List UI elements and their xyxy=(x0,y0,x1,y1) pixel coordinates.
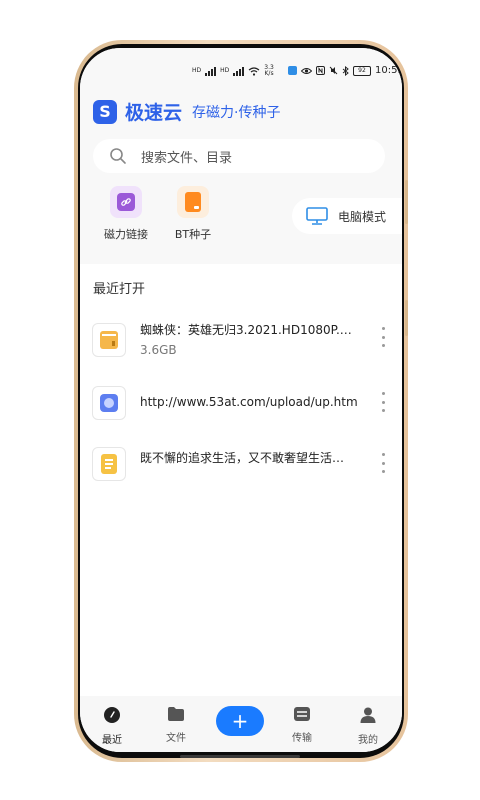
sim1-label: HD xyxy=(192,67,202,74)
pc-mode-label: 电脑模式 xyxy=(338,209,387,224)
nfc-icon xyxy=(316,66,325,75)
bluetooth-icon xyxy=(342,65,349,76)
link-file-icon xyxy=(92,386,126,420)
search-icon xyxy=(110,148,126,164)
signal-icon xyxy=(233,66,245,76)
tab-transfer[interactable]: 传输 xyxy=(282,706,322,744)
tab-recent-label: 最近 xyxy=(102,735,122,746)
status-left: HD HD 3.3 K/s xyxy=(192,65,274,77)
battery-icon: 92 xyxy=(353,65,371,76)
volume-button xyxy=(405,180,408,224)
app-name: 极速云 xyxy=(125,102,183,124)
list-item[interactable]: http://www.53at.com/upload/up.html xyxy=(92,384,392,424)
transfer-icon xyxy=(294,707,310,721)
user-icon xyxy=(360,707,376,723)
recent-section-title: 最近打开 xyxy=(93,282,146,297)
bt-torrent-button[interactable]: BT种子 xyxy=(157,186,229,242)
sim2-label: HD xyxy=(220,67,230,74)
clock-icon xyxy=(104,707,120,723)
bt-torrent-label: BT种子 xyxy=(174,228,212,241)
tab-recent[interactable]: 最近 xyxy=(92,706,132,746)
tab-profile-label: 我的 xyxy=(358,735,378,746)
eye-icon xyxy=(301,67,312,74)
file-size: 3.6GB xyxy=(140,343,177,357)
tab-transfer-label: 传输 xyxy=(292,733,312,744)
torrent-file-icon xyxy=(177,186,209,218)
magnet-link-label: 磁力链接 xyxy=(104,228,148,241)
search-bar[interactable]: 搜索文件、目录 xyxy=(93,139,385,173)
magnet-link-button[interactable]: 磁力链接 xyxy=(90,186,162,242)
list-item[interactable]: 既不懈的追求生活，又不敢奢望生活… xyxy=(92,445,392,485)
add-button[interactable]: + xyxy=(216,706,264,736)
search-input[interactable]: 搜索文件、目录 xyxy=(141,147,232,166)
app-brand: S 极速云 存磁力·传种子 xyxy=(93,98,280,125)
clock-time: 10:53 xyxy=(375,65,402,76)
app-slogan: 存磁力·传种子 xyxy=(192,104,281,121)
app-screen: HD HD 3.3 K/s 92 10:53 S 极速云 存磁力·传种子 搜索文 xyxy=(80,48,402,752)
status-right: 92 10:53 xyxy=(288,65,402,76)
pc-mode-button[interactable]: 电脑模式 xyxy=(292,198,402,234)
tab-profile[interactable]: 我的 xyxy=(348,706,388,746)
app-logo: S xyxy=(93,99,117,124)
tab-files-label: 文件 xyxy=(166,733,186,744)
archive-file-icon xyxy=(92,323,126,357)
home-indicator xyxy=(180,755,300,758)
power-button xyxy=(405,300,408,336)
network-speed: 3.3 K/s xyxy=(264,64,274,77)
link-icon xyxy=(110,186,142,218)
file-name: http://www.53at.com/upload/up.html xyxy=(140,395,358,409)
file-name: 既不懈的追求生活，又不敢奢望生活… xyxy=(140,451,345,465)
mute-icon xyxy=(329,66,338,75)
status-bar: HD HD 3.3 K/s 92 10:53 xyxy=(80,62,402,82)
more-icon[interactable] xyxy=(381,392,385,412)
list-item[interactable]: 蜘蛛侠：英雄无归3.2021.HD1080P.… 3.6GB xyxy=(92,321,392,361)
monitor-icon xyxy=(306,207,328,225)
signal-icon xyxy=(205,66,217,76)
document-icon xyxy=(92,447,126,481)
bottom-tab-bar: 最近 文件 + 传输 我的 xyxy=(80,696,402,752)
wifi-icon xyxy=(248,66,260,76)
more-icon[interactable] xyxy=(381,453,385,473)
more-icon[interactable] xyxy=(381,327,385,347)
tab-files[interactable]: 文件 xyxy=(156,706,196,744)
app-notification-icon xyxy=(288,66,297,75)
file-name: 蜘蛛侠：英雄无归3.2021.HD1080P.… xyxy=(140,323,352,337)
folder-icon xyxy=(168,707,184,721)
